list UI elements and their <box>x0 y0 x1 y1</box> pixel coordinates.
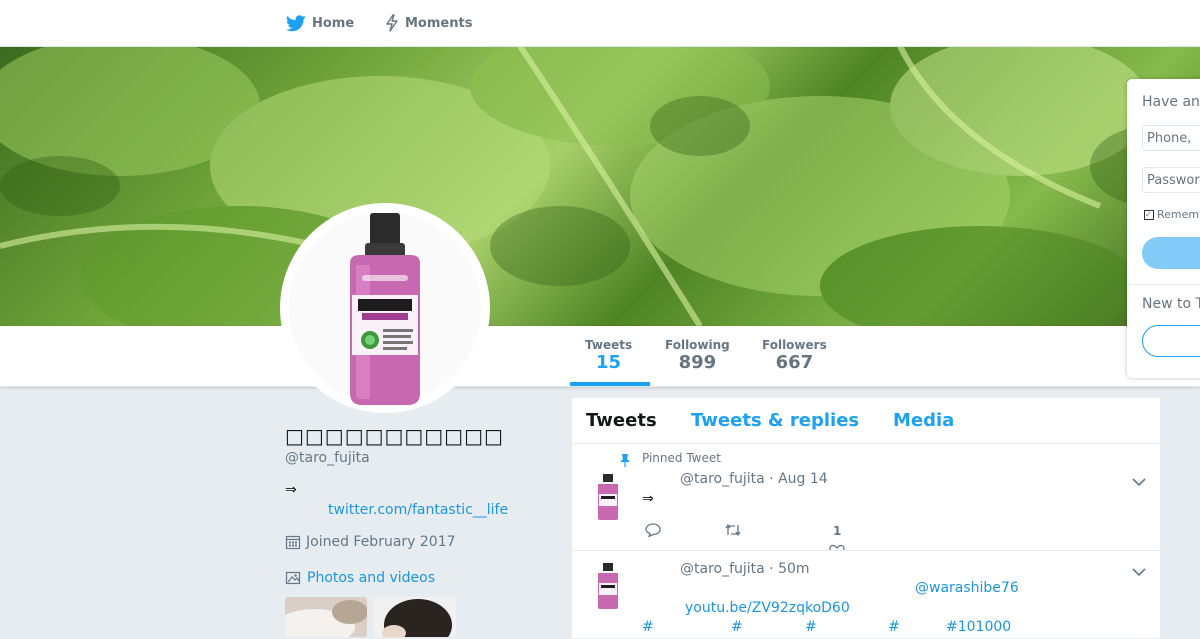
nav-moments-label: Moments <box>405 15 473 31</box>
phone-field[interactable]: Phone, <box>1142 125 1200 151</box>
profile-website-link[interactable]: twitter.com/fantastic__life <box>328 502 508 518</box>
tweet-hashtag[interactable]: # <box>731 619 743 635</box>
tweet-meta[interactable]: @taro_fujita · 50m <box>680 561 810 577</box>
tweet-hashtag[interactable]: # <box>642 619 654 635</box>
login-button[interactable] <box>1142 237 1200 269</box>
pinned-label: Pinned Tweet <box>642 451 721 465</box>
stat-active-indicator <box>570 382 650 386</box>
stat-tweets-label: Tweets <box>585 338 633 352</box>
tweet-hashtag[interactable]: # <box>805 619 817 635</box>
heart-icon[interactable] <box>829 543 845 550</box>
profile-joined-label: Joined February 2017 <box>306 534 456 550</box>
stat-following-label: Following <box>665 338 730 352</box>
timeline: Tweets Tweets & replies Media Pinned Twe… <box>571 397 1161 639</box>
media-thumbnail[interactable] <box>374 597 456 637</box>
profile-avatar[interactable] <box>280 203 490 413</box>
nav-moments[interactable]: Moments <box>385 0 472 46</box>
media-thumbnail[interactable] <box>285 597 367 637</box>
profile-bio: ⇒ <box>285 482 297 498</box>
reply-icon[interactable] <box>645 522 661 541</box>
tweet-link[interactable]: youtu.be/ZV92zqkoD60 <box>685 600 850 616</box>
tab-tweets[interactable]: Tweets <box>586 410 657 431</box>
tweet-hashtag[interactable]: # <box>888 619 900 635</box>
chevron-down-icon[interactable] <box>1132 562 1146 581</box>
chevron-down-icon[interactable] <box>1132 472 1146 491</box>
stat-tweets-value: 15 <box>596 352 622 373</box>
profile-handle[interactable]: @taro_fujita <box>285 450 370 466</box>
stat-tweets[interactable]: Tweets 15 <box>585 338 632 374</box>
timeline-tabs: Tweets Tweets & replies Media <box>572 398 1160 444</box>
nav-home[interactable]: Home <box>286 0 354 46</box>
stat-followers[interactable]: Followers 667 <box>762 338 827 374</box>
tweet-mention[interactable]: @warashibe76 <box>915 580 1019 596</box>
remember-me-label: Remem <box>1157 208 1200 221</box>
profile-joined: Joined February 2017 <box>285 534 456 550</box>
profile-name[interactable]: □□□□□□□□□□□ <box>285 424 504 448</box>
profile-banner <box>0 46 1200 326</box>
stat-following[interactable]: Following 899 <box>665 338 730 374</box>
tweet-avatar[interactable] <box>592 472 624 522</box>
divider <box>1127 284 1200 285</box>
tweet-item[interactable]: @taro_fujita · 50m @warashibe76 youtu.be… <box>572 551 1160 639</box>
stat-followers-label: Followers <box>762 338 827 352</box>
stat-following-value: 899 <box>678 352 717 373</box>
top-navigation: Home Moments <box>0 0 1200 47</box>
bird-icon <box>286 14 306 32</box>
tweet-item[interactable]: Pinned Tweet @taro_fujita · Aug 14 ⇒ 1 <box>572 444 1160 551</box>
tweet-text: ⇒ <box>642 491 654 507</box>
tweet-avatar[interactable] <box>592 561 624 611</box>
tweet-meta[interactable]: @taro_fujita · Aug 14 <box>680 471 828 487</box>
retweet-icon[interactable] <box>724 522 742 541</box>
login-title: Have an <box>1142 94 1200 110</box>
profile-stats-bar: Tweets 15 Following 899 Followers 667 <box>0 326 1200 387</box>
nav-home-label: Home <box>312 15 355 31</box>
photos-and-videos-link[interactable]: Photos and videos <box>285 570 435 586</box>
login-panel: Have an Phone, Passwor ✓ Remem New to T <box>1127 79 1200 378</box>
stat-followers-value: 667 <box>775 352 814 373</box>
remember-me[interactable]: ✓ Remem <box>1144 208 1199 221</box>
checkbox-icon[interactable]: ✓ <box>1144 209 1154 220</box>
signup-button[interactable] <box>1142 325 1200 357</box>
calendar-icon <box>285 534 301 550</box>
tab-tweets-and-replies[interactable]: Tweets & replies <box>691 410 859 431</box>
lightning-icon <box>385 14 399 32</box>
like-count: 1 <box>833 524 842 538</box>
pin-icon <box>619 452 631 471</box>
tab-media[interactable]: Media <box>893 410 954 431</box>
image-icon <box>285 570 301 586</box>
photos-and-videos-label: Photos and videos <box>307 570 436 586</box>
tweet-hashtag[interactable]: #101000 <box>946 619 1011 635</box>
new-to-twitter-label: New to T <box>1142 296 1200 312</box>
password-field[interactable]: Passwor <box>1142 167 1200 193</box>
